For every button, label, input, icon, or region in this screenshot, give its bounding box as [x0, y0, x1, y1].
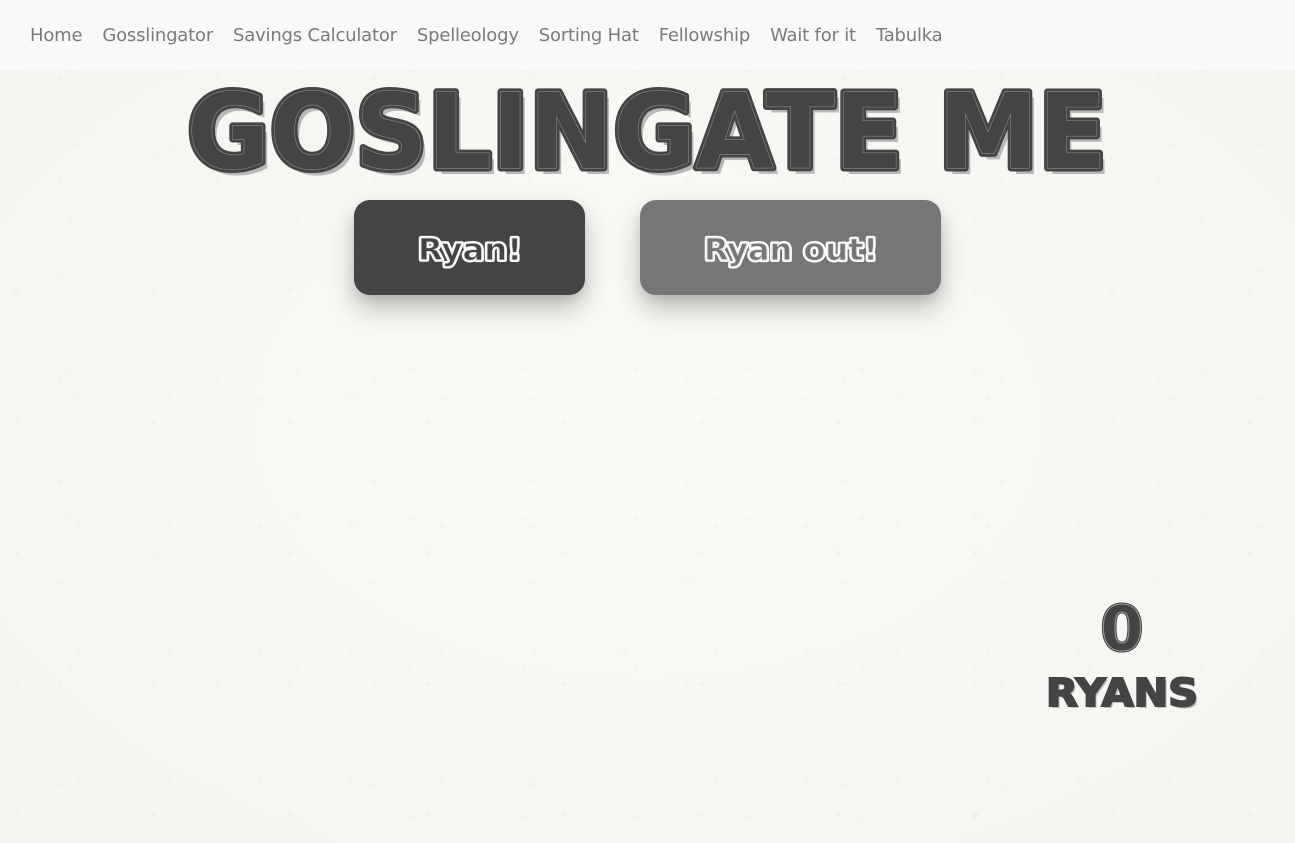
ryan-button-label-text: Ryan!	[418, 233, 522, 268]
ryan-button-label: Ryan! Ryan!	[390, 223, 550, 273]
nav-link-wait-for-it[interactable]: Wait for it	[760, 25, 866, 46]
nav-link-home[interactable]: Home	[20, 25, 92, 46]
nav-link-tabulka[interactable]: Tabulka	[866, 25, 953, 46]
nav-link-savings-calculator[interactable]: Savings Calculator	[223, 25, 407, 46]
nav-link-spelleology[interactable]: Spelleology	[407, 25, 529, 46]
ryan-counter: 0 0 RYANS RYANS	[1022, 592, 1222, 718]
ryan-button[interactable]: Ryan! Ryan!	[354, 200, 585, 295]
page-title-graphic: GOSLINGATE ME GOSLINGATE ME GOSLINGATE M…	[184, 74, 1113, 186]
ryan-count-label: RYANS	[1046, 671, 1198, 715]
top-navbar: Home Gosslingator Savings Calculator Spe…	[0, 0, 1295, 70]
ryan-count-value: 0	[1100, 592, 1143, 665]
page-title: GOSLINGATE ME GOSLINGATE ME GOSLINGATE M…	[0, 74, 1295, 186]
ryan-out-button[interactable]: Ryan out! Ryan out!	[640, 200, 941, 295]
ryan-out-button-label: Ryan out! Ryan out!	[681, 223, 901, 273]
page-title-text: GOSLINGATE ME	[187, 74, 1107, 186]
nav-link-gosslingator[interactable]: Gosslingator	[92, 25, 223, 46]
ryan-out-button-label-text: Ryan out!	[704, 233, 878, 268]
nav-link-fellowship[interactable]: Fellowship	[649, 25, 760, 46]
nav-link-sorting-hat[interactable]: Sorting Hat	[529, 25, 649, 46]
